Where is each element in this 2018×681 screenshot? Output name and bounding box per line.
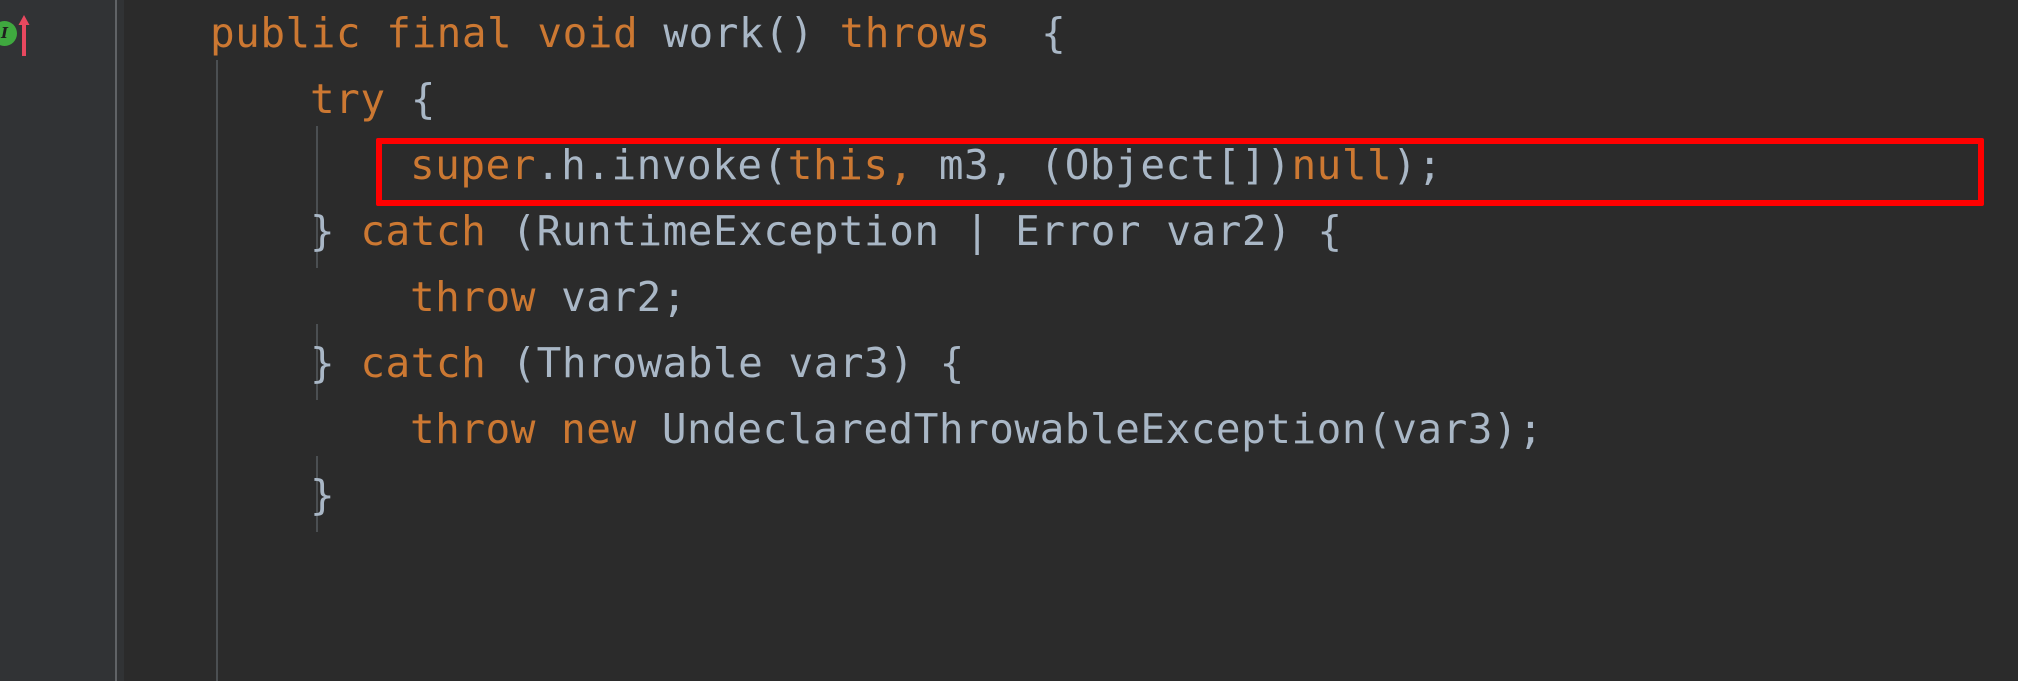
code-token: ); [1392,141,1443,189]
code-token: } [310,339,361,387]
code-token: try [310,75,386,123]
code-line[interactable]: public final void work() throws { [210,0,1066,66]
run-gutter-marker[interactable]: I [0,14,30,56]
code-token: UndeclaredThrowableException(var3); [636,405,1544,453]
fold-region-line [115,0,117,681]
icon-gutter: I [0,0,62,681]
code-token: } [310,207,361,255]
editor-surface[interactable]: public final void work() throws {try {su… [124,0,2018,681]
implements-arrow-icon[interactable] [18,14,30,56]
code-line[interactable]: throw new UndeclaredThrowableException(v… [410,396,1543,462]
fold-gutter [62,0,194,681]
code-token: this, [787,141,914,189]
code-token: throw [410,273,536,321]
code-token: } [310,471,336,519]
code-token: m3, (Object[]) [913,141,1292,189]
code-token: throws [839,9,1016,57]
code-token: (RuntimeException | Error var2) { [486,207,1343,255]
code-token: .h.invoke( [535,141,788,189]
indent-guide [216,60,218,681]
code-token: null [1291,141,1393,189]
code-token: { [1015,9,1067,57]
code-line[interactable]: try { [310,66,436,132]
code-token: { [385,75,436,123]
code-line[interactable]: } [310,462,335,528]
code-token: (Throwable var3) { [486,339,965,387]
code-token: catch [360,207,487,255]
code-line[interactable]: super.h.invoke(this, m3, (Object[])null)… [410,132,1443,198]
code-token: throw new [410,405,637,453]
code-token: var2; [535,273,688,321]
code-line[interactable]: } catch (Throwable var3) { [310,330,965,396]
code-token: super [410,141,536,189]
run-test-icon[interactable]: I [0,21,17,46]
code-token: catch [360,339,487,387]
code-token: public final void [210,9,664,57]
code-editor-screenshot: I public final void work() throws {try … [0,0,2018,681]
code-line[interactable]: throw var2; [410,264,687,330]
code-line[interactable]: } catch (RuntimeException | Error var2) … [310,198,1343,264]
code-token: work() [663,9,840,57]
